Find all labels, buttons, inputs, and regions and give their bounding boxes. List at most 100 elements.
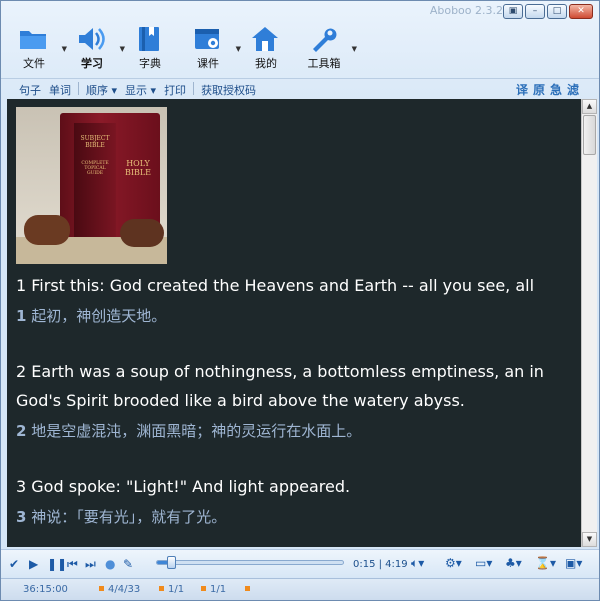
original-toggle[interactable]: 原 bbox=[533, 81, 545, 98]
status-dot bbox=[99, 586, 104, 591]
toolbar-file-button[interactable]: 文件 ▼ bbox=[7, 23, 67, 73]
position-value: 4/4/33 bbox=[108, 584, 141, 595]
divider bbox=[78, 82, 79, 95]
courseware-icon bbox=[195, 29, 219, 49]
scroll-up-arrow[interactable]: ▲ bbox=[582, 99, 597, 114]
volume-icon[interactable]: 🔈︎▾ bbox=[411, 556, 424, 571]
verse-english-cont[interactable]: God's Spirit brooded like a bird above t… bbox=[16, 391, 465, 410]
hourglass-icon[interactable]: ⌛▾ bbox=[535, 556, 556, 570]
right-hand bbox=[120, 219, 164, 247]
text-mode-toggles: 译 原 急 滤 bbox=[516, 81, 579, 98]
verse-chinese-text: 地是空虚混沌，渊面黑暗；神的灵运行在水面上。 bbox=[26, 422, 362, 440]
bible-spine: SUBJECT BIBLE COMPLETE TOPICAL GUIDE bbox=[74, 123, 116, 248]
verse-chinese[interactable]: 1 起初，神创造天地。 bbox=[16, 305, 166, 326]
home-icon bbox=[252, 27, 278, 51]
scroll-down-arrow[interactable]: ▼ bbox=[582, 532, 597, 547]
gear-icon[interactable]: ⚙▾ bbox=[445, 556, 462, 570]
divider bbox=[193, 82, 195, 95]
progress-track[interactable] bbox=[156, 556, 344, 569]
app-window: Aboboo 2.3.2 ▣ – □ ✕ 文件 ▼ 学习 ▼ 字典 课件 ▼ 我… bbox=[0, 0, 600, 601]
verse-chinese[interactable]: 2 地是空虚混沌，渊面黑暗；神的灵运行在水面上。 bbox=[16, 420, 361, 441]
sub-toolbar-links: 句子 单词 顺序 ▾ 显示 ▾ 打印 获取授权码 bbox=[15, 82, 260, 98]
page-indicator-2: 1/1 bbox=[201, 584, 226, 595]
toolbar-dictionary-button[interactable]: 字典 bbox=[123, 23, 181, 73]
previous-icon[interactable]: ⏮ bbox=[67, 557, 78, 572]
bible-image: SUBJECT BIBLE COMPLETE TOPICAL GUIDE HOL… bbox=[16, 107, 167, 264]
app-title: Aboboo 2.3.2 bbox=[429, 4, 503, 17]
scroll-thumb[interactable] bbox=[583, 115, 596, 155]
progress-knob[interactable] bbox=[166, 556, 176, 569]
play-icon[interactable]: ▶ bbox=[29, 557, 38, 571]
vertical-scrollbar[interactable]: ▲ ▼ bbox=[581, 99, 597, 547]
text-content-panel[interactable]: SUBJECT BIBLE COMPLETE TOPICAL GUIDE HOL… bbox=[7, 99, 581, 547]
toolbar-dictionary-label: 字典 bbox=[139, 57, 161, 70]
urgent-toggle[interactable]: 急 bbox=[550, 81, 562, 98]
page-value-2: 1/1 bbox=[210, 584, 227, 595]
page-value-1: 1/1 bbox=[168, 584, 185, 595]
toolbar-toolbox-label: 工具箱 bbox=[307, 57, 341, 70]
status-dot bbox=[159, 586, 164, 591]
spine-subtext: COMPLETE TOPICAL GUIDE bbox=[81, 161, 109, 176]
clock-display: 36:15:00 bbox=[23, 584, 68, 595]
speaker-icon bbox=[79, 28, 105, 50]
toolbar-mine-button[interactable]: 我的 bbox=[239, 23, 297, 73]
status-bar: 36:15:00 4/4/33 1/1 1/1 bbox=[1, 578, 599, 600]
main-toolbar: 文件 ▼ 学习 ▼ 字典 课件 ▼ 我的 工具箱 ▼ bbox=[7, 23, 357, 75]
time-display: 0:15 | 4:19 bbox=[353, 559, 408, 570]
verse-number: 3 bbox=[16, 508, 27, 526]
order-menu[interactable]: 顺序 ▾ bbox=[82, 82, 121, 98]
sub-toolbar: 句子 单词 顺序 ▾ 显示 ▾ 打印 获取授权码 译 原 急 滤 bbox=[1, 78, 599, 98]
cover-text: HOLY BIBLE bbox=[124, 159, 152, 177]
verse-english[interactable]: 1 First this: God created the Heavens an… bbox=[16, 276, 534, 295]
get-license-link[interactable]: 获取授权码 bbox=[197, 82, 260, 98]
folder-icon bbox=[20, 31, 46, 49]
verse-chinese-text: 起初，神创造天地。 bbox=[26, 307, 167, 325]
status-dot bbox=[201, 586, 206, 591]
edit-window-icon[interactable]: ▣▾ bbox=[565, 556, 582, 570]
pause-icon[interactable]: ❚❚ bbox=[47, 557, 67, 571]
toolbar-study-label: 学习 bbox=[81, 57, 103, 70]
window-controls: ▣ – □ ✕ bbox=[503, 4, 593, 19]
maximize-button[interactable]: □ bbox=[547, 4, 567, 19]
check-icon[interactable]: ✔ bbox=[9, 557, 19, 571]
tree-icon[interactable]: ♣▾ bbox=[505, 556, 522, 570]
position-indicator: 4/4/33 bbox=[99, 584, 140, 595]
status-extra bbox=[245, 584, 254, 595]
verse-english[interactable]: 2 Earth was a soup of nothingness, a bot… bbox=[16, 362, 544, 381]
microphone-icon[interactable]: ● bbox=[105, 557, 115, 571]
toolbar-courseware-button[interactable]: 课件 ▼ bbox=[181, 23, 241, 73]
verse-number: 1 bbox=[16, 307, 27, 325]
pin-icon[interactable]: ✎ bbox=[123, 557, 133, 571]
verse-chinese[interactable]: 3 神说：「要有光」，就有了光。 bbox=[16, 506, 226, 527]
verse-english[interactable]: 3 God spoke: "Light!" And light appeared… bbox=[16, 477, 350, 496]
filter-toggle[interactable]: 滤 bbox=[567, 81, 579, 98]
display-label: 显示 bbox=[125, 84, 148, 97]
print-link[interactable]: 打印 bbox=[160, 82, 190, 98]
sentence-link[interactable]: 句子 bbox=[15, 82, 45, 98]
toolbar-toolbox-button[interactable]: 工具箱 ▼ bbox=[297, 23, 357, 73]
display-menu[interactable]: 显示 ▾ bbox=[121, 82, 160, 98]
close-button[interactable]: ✕ bbox=[569, 4, 593, 19]
toolbar-courseware-label: 课件 bbox=[197, 57, 219, 70]
verse-number: 2 bbox=[16, 422, 27, 440]
toolbar-study-button[interactable]: 学习 ▼ bbox=[65, 23, 125, 73]
status-dot bbox=[245, 586, 250, 591]
restore-button[interactable]: ▣ bbox=[503, 4, 523, 19]
title-bar: Aboboo 2.3.2 ▣ – □ ✕ bbox=[1, 1, 599, 23]
translation-toggle[interactable]: 译 bbox=[516, 81, 528, 98]
player-bar: ✔ ▶ ❚❚ ⏮ ⏭ ● ✎ 0:15 | 4:19 🔈︎▾ ⚙▾ ▭▾ ♣▾ … bbox=[1, 549, 599, 577]
chevron-down-icon[interactable]: ▼ bbox=[352, 45, 357, 53]
page-indicator-1: 1/1 bbox=[159, 584, 184, 595]
minimize-button[interactable]: – bbox=[525, 4, 545, 19]
book-icon bbox=[139, 27, 159, 51]
next-icon[interactable]: ⏭ bbox=[85, 557, 96, 572]
toolbar-mine-label: 我的 bbox=[255, 57, 277, 70]
left-hand bbox=[24, 215, 70, 245]
window-icon[interactable]: ▭▾ bbox=[475, 556, 492, 570]
verse-chinese-text: 神说：「要有光」，就有了光。 bbox=[26, 508, 227, 526]
wrench-icon bbox=[313, 28, 337, 52]
order-label: 顺序 bbox=[86, 84, 108, 97]
toolbar-file-label: 文件 bbox=[23, 57, 45, 70]
word-link[interactable]: 单词 bbox=[45, 82, 75, 98]
spine-text: SUBJECT BIBLE bbox=[80, 135, 110, 149]
